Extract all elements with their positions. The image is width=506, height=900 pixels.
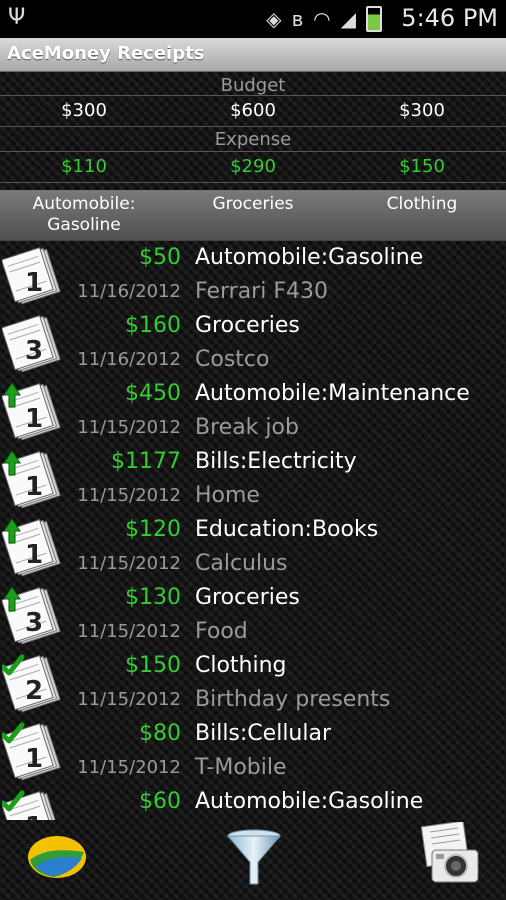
transaction-row[interactable]: 1 $1177 Bills:Electricity 11/15/2012 Home <box>0 445 506 513</box>
receipt-count: 3 <box>25 608 43 638</box>
budget-row: $300 $600 $300 <box>0 95 506 127</box>
receipt-count: 3 <box>25 336 43 366</box>
transaction-description: Costco <box>195 347 270 372</box>
receipt-stack-icon: 2 <box>0 653 64 715</box>
transaction-description: Break job <box>195 415 299 440</box>
receipt-count: 1 <box>25 744 43 774</box>
transaction-description: Food <box>195 619 248 644</box>
transaction-description: Calculus <box>195 551 288 576</box>
category-name-line1: Clothing <box>386 194 458 214</box>
transaction-amount: $160 <box>125 313 181 338</box>
receipt-stack-icon: 1 <box>0 449 64 511</box>
battery-icon <box>366 6 382 32</box>
transaction-description: Birthday presents <box>195 687 391 712</box>
receipt-stack-icon: 3 <box>0 585 64 647</box>
transaction-row[interactable]: 1 $60 Automobile:Gasoline <box>0 785 506 820</box>
receipt-stack-icon: 1 <box>0 721 64 783</box>
signal-icon: ◢ <box>340 7 356 31</box>
transaction-amount: $120 <box>125 517 181 542</box>
budget-summary: Budget $300 $600 $300 Expense $110 $290 … <box>0 71 506 189</box>
transaction-date: 11/15/2012 <box>77 553 181 574</box>
transaction-date: 11/15/2012 <box>77 757 181 778</box>
transaction-list[interactable]: 1 $50 Automobile:Gasoline 11/16/2012 Ferrari… <box>0 241 506 820</box>
budget-value: $600 <box>230 100 276 121</box>
expense-value: $290 <box>230 156 276 177</box>
category-name-line1: Automobile: <box>32 194 136 214</box>
transaction-amount: $80 <box>139 721 181 746</box>
transaction-date: 11/15/2012 <box>77 417 181 438</box>
acemoney-logo-icon[interactable] <box>26 832 88 886</box>
transaction-date: 11/15/2012 <box>77 621 181 642</box>
receipt-count: 1 <box>25 812 43 820</box>
transaction-category: Groceries <box>195 313 300 338</box>
app-title-bar: AceMoney Receipts <box>0 38 506 72</box>
receipt-stack-icon: 1 <box>0 517 64 579</box>
transaction-date: 11/15/2012 <box>77 689 181 710</box>
receipt-stack-icon: 1 <box>0 381 64 443</box>
transaction-date: 11/16/2012 <box>77 281 181 302</box>
transaction-row[interactable]: 1 $450 Automobile:Maintenance 11/15/2012 Bre… <box>0 377 506 445</box>
category-column-groceries[interactable]: Groceries <box>169 194 337 215</box>
transaction-category: Groceries <box>195 585 300 610</box>
transaction-row[interactable]: 1 $50 Automobile:Gasoline 11/16/2012 Ferrari… <box>0 241 506 309</box>
receipt-count: 1 <box>25 472 43 502</box>
transaction-amount: $1177 <box>111 449 181 474</box>
transaction-category: Bills:Cellular <box>195 721 332 746</box>
transaction-category: Education:Books <box>195 517 379 542</box>
bluetooth-icon: ʙ <box>291 7 304 31</box>
bottom-toolbar <box>0 820 506 900</box>
transaction-amount: $50 <box>139 245 181 270</box>
transaction-row[interactable]: 1 $120 Education:Books 11/15/2012 Calculus <box>0 513 506 581</box>
category-name-line1: Groceries <box>212 194 294 214</box>
transaction-category: Bills:Electricity <box>195 449 357 474</box>
filter-funnel-icon[interactable] <box>226 828 282 892</box>
status-icons: ◈ ʙ ◠ ◢ <box>266 6 382 32</box>
transaction-date: 11/16/2012 <box>77 349 181 370</box>
expense-row: $110 $290 $150 <box>0 151 506 183</box>
category-header: Automobile: Gasoline Groceries Clothing <box>0 190 506 241</box>
status-bar: Ψ ◈ ʙ ◠ ◢ 5:46 PM <box>0 0 506 38</box>
category-column-automobile-gasoline[interactable]: Automobile: Gasoline <box>0 194 168 236</box>
usb-icon: Ψ <box>8 5 26 30</box>
transaction-date: 11/15/2012 <box>77 485 181 506</box>
transaction-description: Home <box>195 483 260 508</box>
receipt-stack-icon: 1 <box>0 245 64 307</box>
transaction-category: Automobile:Maintenance <box>195 381 470 406</box>
app-title: AceMoney Receipts <box>7 43 205 64</box>
expense-label: Expense <box>214 129 292 150</box>
category-column-clothing[interactable]: Clothing <box>338 194 506 215</box>
transaction-row[interactable]: 2 $150 Clothing 11/15/2012 Birthday presents <box>0 649 506 717</box>
transaction-category: Automobile:Gasoline <box>195 789 424 814</box>
status-time: 5:46 PM <box>401 4 498 32</box>
transaction-row[interactable]: 3 $160 Groceries 11/16/2012 Costco <box>0 309 506 377</box>
budget-label: Budget <box>220 75 286 96</box>
receipt-count: 1 <box>25 540 43 570</box>
transaction-amount: $150 <box>125 653 181 678</box>
transaction-amount: $130 <box>125 585 181 610</box>
receipt-stack-icon: 1 <box>0 789 64 820</box>
wifi-icon: ◠ <box>313 7 331 31</box>
transaction-description: T-Mobile <box>195 755 287 780</box>
transaction-description: Ferrari F430 <box>195 279 328 304</box>
expense-value: $150 <box>399 156 445 177</box>
category-name-line2: Gasoline <box>47 215 121 235</box>
receipt-stack-icon: 3 <box>0 313 64 375</box>
budget-value: $300 <box>399 100 445 121</box>
receipt-count: 2 <box>25 676 43 706</box>
new-receipt-camera-icon[interactable] <box>414 820 484 892</box>
receipt-count: 1 <box>25 404 43 434</box>
transaction-amount: $450 <box>125 381 181 406</box>
budget-value: $300 <box>61 100 107 121</box>
receipt-count: 1 <box>25 268 43 298</box>
transaction-category: Clothing <box>195 653 287 678</box>
expense-value: $110 <box>61 156 107 177</box>
transaction-row[interactable]: 3 $130 Groceries 11/15/2012 Food <box>0 581 506 649</box>
transaction-amount: $60 <box>139 789 181 814</box>
vibrate-icon: ◈ <box>266 7 282 31</box>
transaction-row[interactable]: 1 $80 Bills:Cellular 11/15/2012 T-Mobile <box>0 717 506 785</box>
transaction-category: Automobile:Gasoline <box>195 245 424 270</box>
